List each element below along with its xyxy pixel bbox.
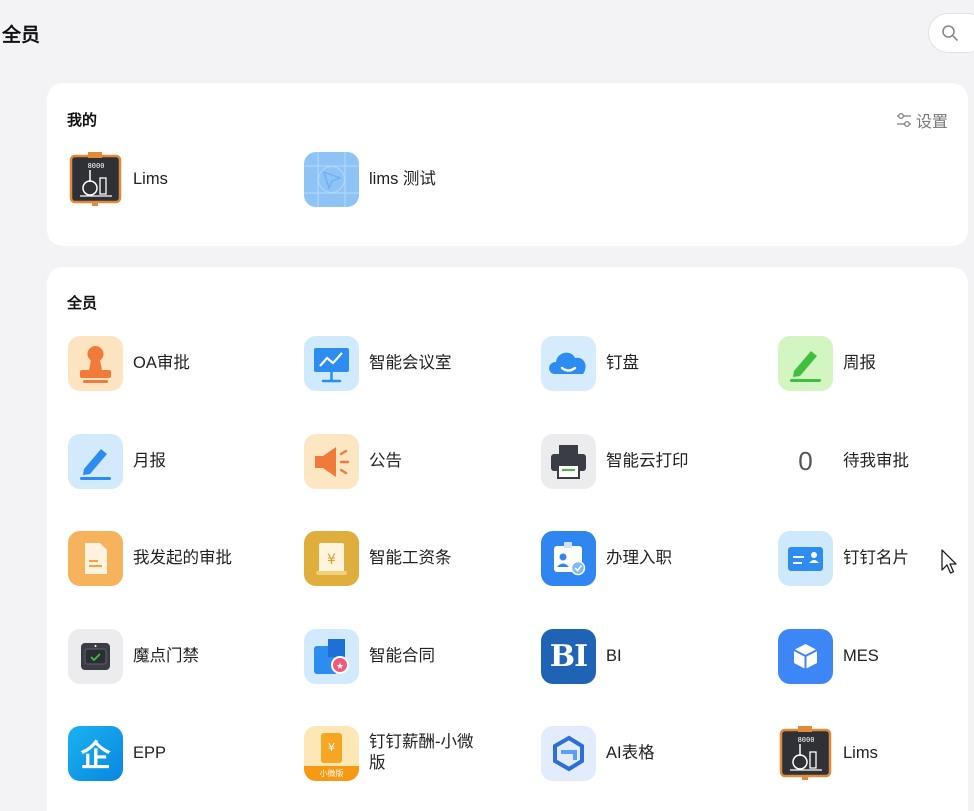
app-lims-test[interactable]: lims 测试 xyxy=(304,151,524,207)
epp-icon: 企 xyxy=(68,725,123,781)
app-label: 公告 xyxy=(369,451,402,470)
app-label: 智能工资条 xyxy=(369,548,452,567)
app-label: 办理入职 xyxy=(606,548,672,567)
app-label: 钉盘 xyxy=(606,353,639,372)
search-button[interactable] xyxy=(928,13,974,53)
page-title: 全员 xyxy=(2,25,41,46)
payroll-badge: 小微版 xyxy=(319,768,344,778)
app-mes[interactable]: MES xyxy=(778,628,974,684)
app-cloud-print[interactable]: 智能云打印 xyxy=(541,433,761,489)
svg-text:¥: ¥ xyxy=(328,741,335,754)
app-meeting-room[interactable]: 智能会议室 xyxy=(304,335,524,391)
app-label: 智能云打印 xyxy=(606,451,689,470)
onboarding-icon xyxy=(541,530,596,586)
contract-icon: ★ xyxy=(304,628,359,684)
meeting-room-icon xyxy=(304,335,359,391)
app-door-access[interactable]: 魔点门禁 xyxy=(68,628,288,684)
app-monthly-report[interactable]: 月报 xyxy=(68,433,288,489)
printer-icon xyxy=(541,433,596,489)
app-label: 待我审批 xyxy=(843,451,909,470)
mouse-cursor-icon xyxy=(941,549,957,574)
app-label: lims 测试 xyxy=(369,169,436,188)
app-label: OA审批 xyxy=(133,353,190,372)
app-announcement[interactable]: 公告 xyxy=(304,433,524,489)
app-label: MES xyxy=(843,646,879,665)
app-smart-contract[interactable]: ★ 智能合同 xyxy=(304,628,524,684)
settings-label: 设置 xyxy=(915,114,948,131)
app-label: 月报 xyxy=(133,451,166,470)
svg-text:¥: ¥ xyxy=(327,552,336,568)
all-apps-card: 全员 OA审批 智能会议室 钉盘 周报 月报 公告 智能云打印 0 待我审批 我… xyxy=(47,267,968,811)
app-oa-approval[interactable]: OA审批 xyxy=(68,335,288,391)
search-icon xyxy=(942,25,958,41)
pen-blue-icon xyxy=(68,433,123,489)
bi-icon: BI xyxy=(541,628,596,684)
app-dingpan[interactable]: 钉盘 xyxy=(541,335,761,391)
pen-green-icon xyxy=(778,335,833,391)
app-label: 魔点门禁 xyxy=(133,646,199,665)
app-label: 周报 xyxy=(843,353,876,372)
lims-icon: 8000 xyxy=(68,151,123,207)
app-onboarding[interactable]: 办理入职 xyxy=(541,530,761,586)
app-label: Lims xyxy=(843,743,878,762)
app-salary-slip[interactable]: ¥ 智能工资条 xyxy=(304,530,524,586)
app-label: BI xyxy=(606,646,622,665)
app-payroll-micro[interactable]: ¥ 小微版 钉钉薪酬-小微版 xyxy=(304,725,524,781)
app-label: 智能合同 xyxy=(369,646,435,665)
cloud-icon xyxy=(541,335,596,391)
svg-text:★: ★ xyxy=(336,662,344,672)
my-apps-card: 我的 设置 8000 Lims lims 测试 xyxy=(47,83,968,246)
door-access-icon xyxy=(68,628,123,684)
app-bi[interactable]: BI BI xyxy=(541,628,761,684)
payroll-icon: ¥ 小微版 xyxy=(304,725,359,781)
lims-test-icon xyxy=(304,151,359,207)
pending-count: 0 xyxy=(798,445,813,476)
epp-icon-text: 企 xyxy=(80,740,111,773)
app-label: EPP xyxy=(133,743,167,762)
app-label: 我发起的审批 xyxy=(133,548,232,567)
app-label: AI表格 xyxy=(606,743,655,762)
svg-text:8000: 8000 xyxy=(88,162,105,170)
megaphone-icon xyxy=(304,433,359,489)
business-card-icon xyxy=(778,530,833,586)
salary-slip-icon: ¥ xyxy=(304,530,359,586)
app-my-initiated-approval[interactable]: 我发起的审批 xyxy=(68,530,288,586)
sliders-icon xyxy=(896,113,911,127)
app-label: Lims xyxy=(133,169,168,188)
app-weekly-report[interactable]: 周报 xyxy=(778,335,974,391)
my-apps-title: 我的 xyxy=(67,112,98,129)
app-epp[interactable]: 企 EPP xyxy=(68,725,288,781)
svg-text:8000: 8000 xyxy=(798,736,815,744)
ai-table-icon xyxy=(541,725,596,781)
app-lims[interactable]: 8000 Lims xyxy=(68,151,288,207)
lims-icon: 8000 xyxy=(778,725,833,781)
bi-icon-text: BI xyxy=(549,638,588,674)
document-icon xyxy=(68,530,123,586)
app-ai-table[interactable]: AI表格 xyxy=(541,725,761,781)
cube-icon xyxy=(778,628,833,684)
app-lims-all[interactable]: 8000 Lims xyxy=(778,725,974,781)
stamp-icon xyxy=(68,335,123,391)
app-label: 智能会议室 xyxy=(369,353,452,372)
all-apps-title: 全员 xyxy=(67,295,98,312)
app-pending-approval[interactable]: 0 待我审批 xyxy=(778,433,974,489)
app-label: 钉钉名片 xyxy=(843,548,909,567)
app-label: 钉钉薪酬-小微版 xyxy=(369,733,474,772)
settings-button[interactable]: 设置 xyxy=(895,108,948,132)
